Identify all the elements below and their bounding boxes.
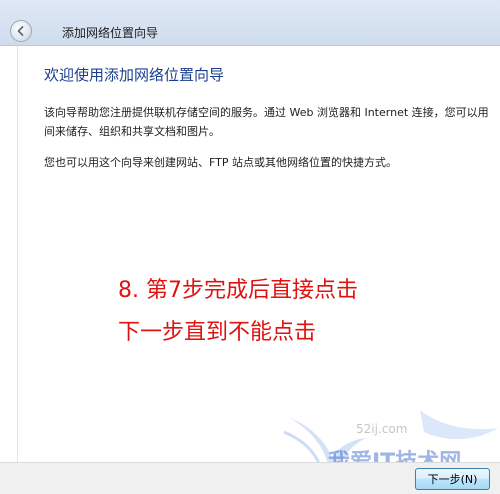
- back-arrow-icon: [17, 26, 24, 36]
- instruction-annotation-2: 下一步直到不能点击: [118, 320, 317, 345]
- wizard-window: 添加网络位置向导 欢迎使用添加网络位置向导 该向导帮助您注册提供联机存储空间的服…: [0, 0, 500, 494]
- next-button[interactable]: 下一步(N): [415, 468, 490, 490]
- back-button[interactable]: [10, 20, 32, 42]
- description-line-2: 间来储存、组织和共享文档和图片。: [44, 125, 220, 138]
- window-title: 添加网络位置向导: [62, 26, 159, 40]
- description-line-3: 您也可以用这个向导来创建网站、FTP 站点或其他网络位置的快捷方式。: [44, 156, 397, 169]
- description-line-1: 该向导帮助您注册提供联机存储空间的服务。通过 Web 浏览器和 Internet…: [44, 106, 489, 119]
- instruction-annotation-1: 8. 第7步完成后直接点击: [118, 278, 358, 303]
- page-heading: 欢迎使用添加网络位置向导: [44, 66, 225, 84]
